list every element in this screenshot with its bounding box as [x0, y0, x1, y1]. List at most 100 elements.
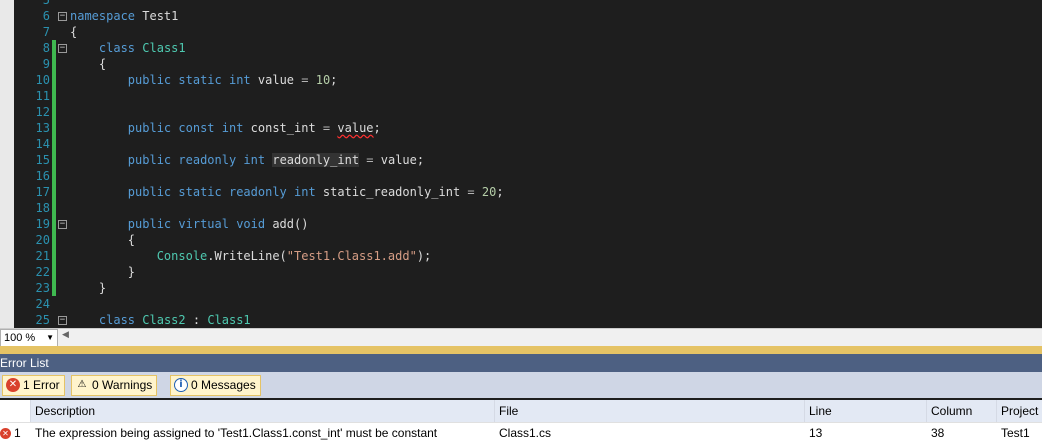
code-line[interactable]: 8− class Class1 — [14, 40, 1042, 56]
code-token: class — [98, 41, 136, 55]
code-line[interactable]: 12 — [14, 104, 1042, 120]
line-number: 20 — [35, 233, 50, 247]
error-icon: ✕ — [0, 428, 11, 440]
code-text[interactable]: Console.WriteLine("Test1.Class1.add"); — [70, 248, 432, 264]
code-text[interactable]: namespace Test1 — [70, 8, 178, 24]
code-line[interactable]: 13 public const int const_int = value; — [14, 120, 1042, 136]
code-token: public — [127, 217, 172, 231]
line-number: 22 — [35, 265, 50, 279]
line-number: 23 — [35, 281, 50, 295]
collapse-icon[interactable]: − — [58, 44, 67, 53]
messages-filter-button[interactable]: i 0 Messages — [170, 375, 261, 396]
code-token: add() — [265, 217, 309, 231]
column-header-line[interactable]: Line — [805, 400, 927, 422]
code-line[interactable]: 24 — [14, 296, 1042, 312]
error-row-number: 1 — [14, 426, 21, 440]
line-number: 18 — [35, 201, 50, 215]
code-text[interactable]: public virtual void add() — [70, 216, 309, 232]
change-marker — [52, 280, 56, 296]
code-token: public — [127, 121, 172, 135]
code-token: namespace — [70, 9, 136, 23]
panel-splitter[interactable] — [0, 346, 1042, 354]
code-token: readonly — [228, 185, 287, 199]
column-header-description[interactable]: Description — [31, 400, 495, 422]
line-number: 21 — [35, 249, 50, 263]
code-editor[interactable]: 5 6− namespace Test1 7{8− class Class1 9 {10… — [0, 0, 1042, 328]
line-number: 25 — [35, 313, 50, 327]
code-line[interactable]: 7{ — [14, 24, 1042, 40]
code-line[interactable]: 21 Console.WriteLine("Test1.Class1.add")… — [14, 248, 1042, 264]
code-token: int — [243, 153, 266, 167]
error-list-title: Error List — [0, 356, 49, 370]
code-line[interactable]: 5 — [14, 0, 1042, 8]
code-line[interactable]: 15 public readonly int readonly_int = va… — [14, 152, 1042, 168]
code-token: readonly_int — [272, 153, 360, 167]
column-header-column[interactable]: Column — [927, 400, 997, 422]
line-number: 13 — [35, 121, 50, 135]
change-marker — [52, 72, 56, 88]
code-token: { — [70, 233, 136, 247]
change-marker — [52, 120, 56, 136]
code-token: public — [127, 153, 172, 167]
code-token: value — [337, 121, 374, 135]
code-token: . — [207, 249, 215, 263]
change-marker — [52, 264, 56, 280]
collapse-icon[interactable]: − — [58, 220, 67, 229]
code-line[interactable]: 17 public static readonly int static_rea… — [14, 184, 1042, 200]
code-line[interactable]: 18 — [14, 200, 1042, 216]
code-line[interactable]: 10 public static int value = 10; — [14, 72, 1042, 88]
line-number: 10 — [35, 73, 50, 87]
collapse-icon[interactable]: − — [58, 316, 67, 325]
code-text[interactable]: public readonly int readonly_int = value… — [70, 152, 424, 168]
errors-filter-label: 1 Error — [23, 378, 60, 392]
code-text[interactable]: { — [70, 24, 77, 40]
table-row[interactable]: ✕ 1 The expression being assigned to 'Tes… — [0, 423, 1042, 444]
code-text[interactable]: public static readonly int static_readon… — [70, 184, 504, 200]
error-description: The expression being assigned to 'Test1.… — [35, 426, 438, 440]
code-token: int — [221, 121, 244, 135]
collapse-icon[interactable]: − — [58, 12, 67, 21]
code-token: Class2 — [142, 313, 186, 327]
code-token: { — [70, 57, 107, 71]
code-text[interactable]: class Class2 : Class1 — [70, 312, 251, 328]
line-number: 14 — [35, 137, 50, 151]
code-line[interactable]: 22 } — [14, 264, 1042, 280]
column-header-project[interactable]: Project — [997, 400, 1042, 422]
code-line[interactable]: 16 — [14, 168, 1042, 184]
code-token: } — [70, 281, 107, 295]
scroll-left-icon[interactable]: ◀ — [62, 330, 69, 340]
zoom-dropdown[interactable]: 100 % ▼ — [0, 329, 58, 347]
change-marker — [52, 216, 56, 232]
zoom-value: 100 % — [4, 332, 36, 344]
code-line[interactable]: 20 { — [14, 232, 1042, 248]
code-line[interactable]: 9 { — [14, 56, 1042, 72]
code-line[interactable]: 19− public virtual void add() — [14, 216, 1042, 232]
code-line[interactable]: 25− class Class2 : Class1 — [14, 312, 1042, 328]
column-header-index[interactable] — [0, 400, 31, 422]
errors-filter-button[interactable]: ✕ 1 Error — [2, 375, 65, 396]
warnings-filter-button[interactable]: ⚠ 0 Warnings — [71, 375, 158, 396]
code-line[interactable]: 23 } — [14, 280, 1042, 296]
code-text[interactable]: class Class1 — [70, 40, 186, 56]
code-line[interactable]: 14 — [14, 136, 1042, 152]
line-number: 19 — [35, 217, 50, 231]
code-text[interactable]: } — [70, 264, 135, 280]
error-list-toolbar: ✕ 1 Error ⚠ 0 Warnings i 0 Messages — [0, 372, 1042, 398]
code-line[interactable]: 11 — [14, 88, 1042, 104]
column-header-file[interactable]: File — [495, 400, 805, 422]
code-text[interactable]: public const int const_int = value; — [70, 120, 381, 136]
code-token: = — [467, 185, 475, 199]
code-token: { — [70, 25, 78, 39]
code-text[interactable]: } — [70, 280, 106, 296]
code-token: Class1 — [207, 313, 251, 327]
code-text[interactable]: { — [70, 232, 135, 248]
code-text[interactable]: { — [70, 56, 106, 72]
code-token: const — [178, 121, 215, 135]
code-text[interactable]: public static int value = 10; — [70, 72, 338, 88]
code-line[interactable]: 6− namespace Test1 — [14, 8, 1042, 24]
